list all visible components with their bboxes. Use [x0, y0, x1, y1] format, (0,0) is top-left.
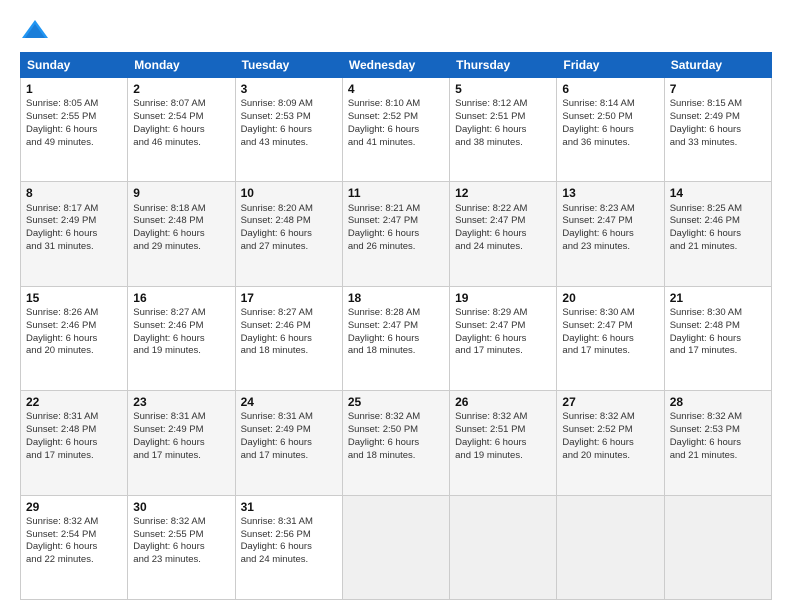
calendar-cell: 6Sunrise: 8:14 AMSunset: 2:50 PMDaylight…	[557, 78, 664, 182]
day-number: 30	[133, 499, 229, 515]
day-number: 19	[455, 290, 551, 306]
day-number: 1	[26, 81, 122, 97]
calendar-cell: 3Sunrise: 8:09 AMSunset: 2:53 PMDaylight…	[235, 78, 342, 182]
calendar-week-0: 1Sunrise: 8:05 AMSunset: 2:55 PMDaylight…	[21, 78, 772, 182]
logo-icon	[20, 18, 50, 42]
calendar-cell: 1Sunrise: 8:05 AMSunset: 2:55 PMDaylight…	[21, 78, 128, 182]
calendar-cell: 20Sunrise: 8:30 AMSunset: 2:47 PMDayligh…	[557, 286, 664, 390]
day-number: 27	[562, 394, 658, 410]
day-number: 20	[562, 290, 658, 306]
logo	[20, 18, 54, 42]
calendar-cell: 30Sunrise: 8:32 AMSunset: 2:55 PMDayligh…	[128, 495, 235, 599]
calendar-week-1: 8Sunrise: 8:17 AMSunset: 2:49 PMDaylight…	[21, 182, 772, 286]
day-number: 15	[26, 290, 122, 306]
calendar-cell: 14Sunrise: 8:25 AMSunset: 2:46 PMDayligh…	[664, 182, 771, 286]
calendar-cell: 26Sunrise: 8:32 AMSunset: 2:51 PMDayligh…	[450, 391, 557, 495]
calendar-cell: 15Sunrise: 8:26 AMSunset: 2:46 PMDayligh…	[21, 286, 128, 390]
calendar-week-2: 15Sunrise: 8:26 AMSunset: 2:46 PMDayligh…	[21, 286, 772, 390]
calendar-week-3: 22Sunrise: 8:31 AMSunset: 2:48 PMDayligh…	[21, 391, 772, 495]
calendar-cell: 25Sunrise: 8:32 AMSunset: 2:50 PMDayligh…	[342, 391, 449, 495]
calendar-cell: 16Sunrise: 8:27 AMSunset: 2:46 PMDayligh…	[128, 286, 235, 390]
calendar-cell: 17Sunrise: 8:27 AMSunset: 2:46 PMDayligh…	[235, 286, 342, 390]
day-number: 24	[241, 394, 337, 410]
day-number: 16	[133, 290, 229, 306]
header-row: Sunday Monday Tuesday Wednesday Thursday…	[21, 53, 772, 78]
calendar-cell: 31Sunrise: 8:31 AMSunset: 2:56 PMDayligh…	[235, 495, 342, 599]
calendar-table: Sunday Monday Tuesday Wednesday Thursday…	[20, 52, 772, 600]
calendar-cell: 19Sunrise: 8:29 AMSunset: 2:47 PMDayligh…	[450, 286, 557, 390]
day-number: 29	[26, 499, 122, 515]
day-number: 9	[133, 185, 229, 201]
day-number: 7	[670, 81, 766, 97]
col-friday: Friday	[557, 53, 664, 78]
col-thursday: Thursday	[450, 53, 557, 78]
day-number: 6	[562, 81, 658, 97]
day-number: 26	[455, 394, 551, 410]
calendar-cell: 24Sunrise: 8:31 AMSunset: 2:49 PMDayligh…	[235, 391, 342, 495]
day-number: 3	[241, 81, 337, 97]
calendar-cell: 12Sunrise: 8:22 AMSunset: 2:47 PMDayligh…	[450, 182, 557, 286]
calendar-cell: 10Sunrise: 8:20 AMSunset: 2:48 PMDayligh…	[235, 182, 342, 286]
col-saturday: Saturday	[664, 53, 771, 78]
calendar-cell: 11Sunrise: 8:21 AMSunset: 2:47 PMDayligh…	[342, 182, 449, 286]
calendar-cell	[342, 495, 449, 599]
calendar-header: Sunday Monday Tuesday Wednesday Thursday…	[21, 53, 772, 78]
calendar: Sunday Monday Tuesday Wednesday Thursday…	[20, 52, 772, 600]
day-number: 21	[670, 290, 766, 306]
day-number: 13	[562, 185, 658, 201]
calendar-body: 1Sunrise: 8:05 AMSunset: 2:55 PMDaylight…	[21, 78, 772, 600]
day-number: 5	[455, 81, 551, 97]
header	[20, 18, 772, 42]
calendar-cell	[664, 495, 771, 599]
day-number: 12	[455, 185, 551, 201]
day-number: 10	[241, 185, 337, 201]
day-number: 4	[348, 81, 444, 97]
calendar-cell: 22Sunrise: 8:31 AMSunset: 2:48 PMDayligh…	[21, 391, 128, 495]
calendar-cell: 5Sunrise: 8:12 AMSunset: 2:51 PMDaylight…	[450, 78, 557, 182]
day-number: 17	[241, 290, 337, 306]
calendar-cell	[450, 495, 557, 599]
col-monday: Monday	[128, 53, 235, 78]
calendar-cell: 21Sunrise: 8:30 AMSunset: 2:48 PMDayligh…	[664, 286, 771, 390]
calendar-cell: 13Sunrise: 8:23 AMSunset: 2:47 PMDayligh…	[557, 182, 664, 286]
day-number: 18	[348, 290, 444, 306]
day-number: 23	[133, 394, 229, 410]
calendar-cell: 23Sunrise: 8:31 AMSunset: 2:49 PMDayligh…	[128, 391, 235, 495]
day-number: 25	[348, 394, 444, 410]
day-number: 22	[26, 394, 122, 410]
day-number: 31	[241, 499, 337, 515]
calendar-cell	[557, 495, 664, 599]
day-number: 14	[670, 185, 766, 201]
day-number: 28	[670, 394, 766, 410]
calendar-cell: 9Sunrise: 8:18 AMSunset: 2:48 PMDaylight…	[128, 182, 235, 286]
calendar-cell: 18Sunrise: 8:28 AMSunset: 2:47 PMDayligh…	[342, 286, 449, 390]
calendar-cell: 4Sunrise: 8:10 AMSunset: 2:52 PMDaylight…	[342, 78, 449, 182]
calendar-cell: 27Sunrise: 8:32 AMSunset: 2:52 PMDayligh…	[557, 391, 664, 495]
day-number: 11	[348, 185, 444, 201]
col-tuesday: Tuesday	[235, 53, 342, 78]
calendar-week-4: 29Sunrise: 8:32 AMSunset: 2:54 PMDayligh…	[21, 495, 772, 599]
calendar-cell: 2Sunrise: 8:07 AMSunset: 2:54 PMDaylight…	[128, 78, 235, 182]
calendar-cell: 8Sunrise: 8:17 AMSunset: 2:49 PMDaylight…	[21, 182, 128, 286]
day-number: 8	[26, 185, 122, 201]
calendar-cell: 7Sunrise: 8:15 AMSunset: 2:49 PMDaylight…	[664, 78, 771, 182]
page: Sunday Monday Tuesday Wednesday Thursday…	[0, 0, 792, 612]
calendar-cell: 29Sunrise: 8:32 AMSunset: 2:54 PMDayligh…	[21, 495, 128, 599]
col-sunday: Sunday	[21, 53, 128, 78]
col-wednesday: Wednesday	[342, 53, 449, 78]
day-number: 2	[133, 81, 229, 97]
calendar-cell: 28Sunrise: 8:32 AMSunset: 2:53 PMDayligh…	[664, 391, 771, 495]
